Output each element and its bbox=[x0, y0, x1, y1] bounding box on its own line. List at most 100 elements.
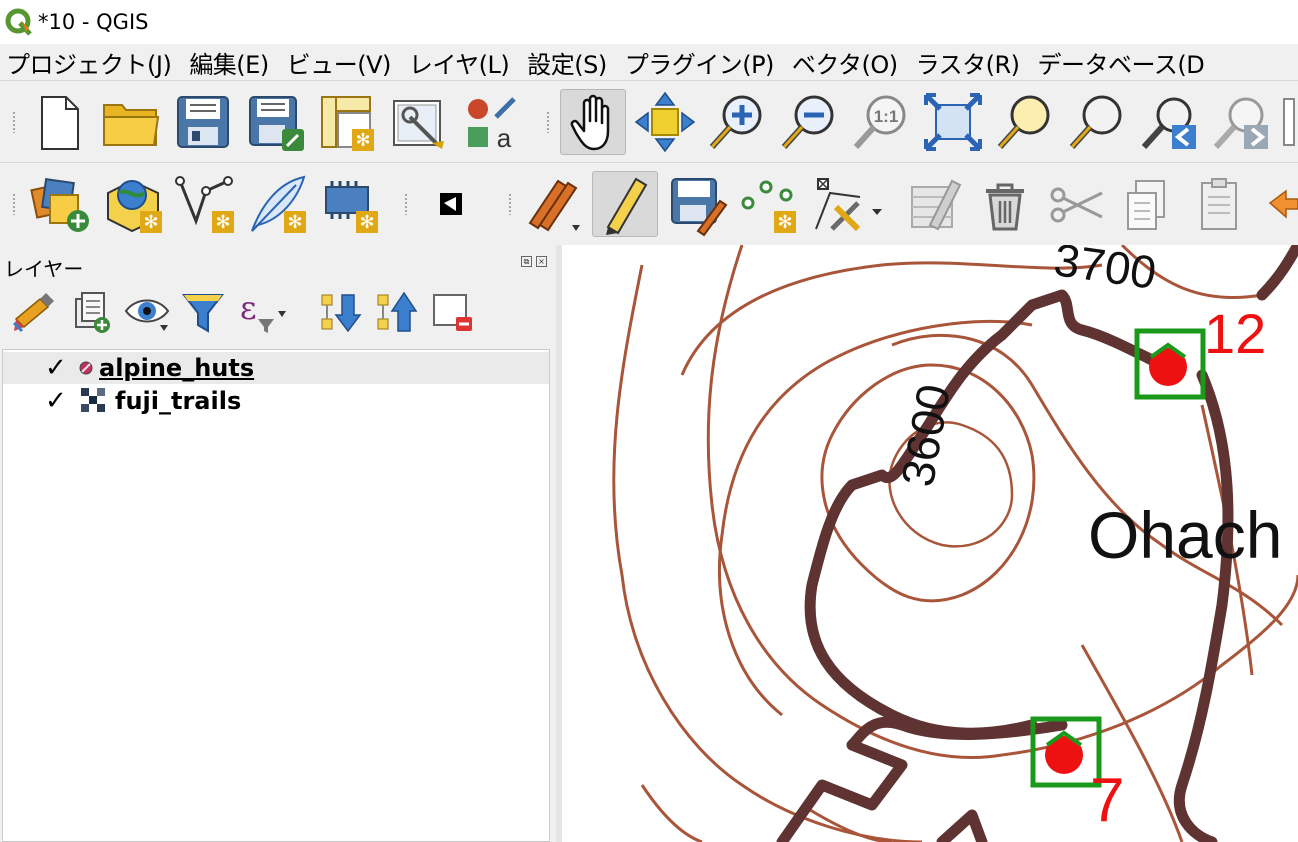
save-project-button[interactable] bbox=[170, 89, 236, 155]
vertex-tool-button[interactable] bbox=[808, 171, 882, 237]
layer-visibility-checkbox[interactable]: ✓ bbox=[45, 388, 67, 414]
expand-all-button[interactable] bbox=[316, 287, 366, 337]
window-title: *10 - QGIS bbox=[38, 10, 149, 34]
trail-line bbox=[1173, 369, 1234, 842]
toolbar-grip[interactable] bbox=[12, 111, 16, 133]
new-shapefile-button[interactable]: ✻ bbox=[172, 171, 238, 237]
new-virtual-layer-button[interactable]: ✻ bbox=[316, 171, 382, 237]
zoom-in-icon bbox=[709, 95, 762, 150]
place-name-label: Ohach bbox=[1088, 498, 1283, 572]
project-navigation-toolbar: ✻ a 1:1 bbox=[0, 80, 1298, 162]
menu-vector[interactable]: ベクタ(O) bbox=[792, 45, 898, 80]
qgis-logo-icon bbox=[5, 8, 32, 36]
toggle-editing-icon bbox=[606, 177, 648, 235]
menu-layer[interactable]: レイヤ(L) bbox=[409, 45, 510, 80]
toggle-editing-button[interactable] bbox=[592, 171, 658, 237]
new-project-button[interactable] bbox=[26, 89, 92, 155]
menu-edit[interactable]: 編集(E) bbox=[189, 45, 269, 80]
svg-text:1:1: 1:1 bbox=[874, 107, 899, 126]
toolbar-grip[interactable] bbox=[508, 193, 512, 215]
zoom-next-icon bbox=[1213, 97, 1268, 150]
menu-plugins[interactable]: プラグイン(P) bbox=[625, 45, 775, 80]
data-source-manager-button[interactable] bbox=[28, 171, 94, 237]
delete-selected-button[interactable] bbox=[972, 171, 1038, 237]
menu-database[interactable]: データベース(D bbox=[1038, 45, 1205, 80]
zoom-last-button[interactable] bbox=[1136, 89, 1202, 155]
pan-to-selection-button[interactable] bbox=[632, 89, 698, 155]
new-temp-scratch-icon: ✻ bbox=[251, 175, 306, 233]
float-panel-button[interactable]: ⧉ bbox=[521, 256, 532, 267]
toolbar-grip[interactable] bbox=[546, 111, 550, 133]
manage-map-themes-button[interactable] bbox=[122, 287, 172, 337]
save-as-button[interactable] bbox=[242, 89, 308, 155]
add-point-feature-button[interactable]: ✻ bbox=[736, 171, 802, 237]
new-temp-scratch-layer-button[interactable]: ✻ bbox=[244, 171, 310, 237]
trail-line bbox=[936, 809, 988, 842]
save-edits-button[interactable] bbox=[664, 171, 730, 237]
plugin-icon bbox=[440, 193, 462, 215]
overflow-button[interactable] bbox=[1280, 89, 1298, 155]
menu-raster[interactable]: ラスタ(R) bbox=[916, 45, 1020, 80]
svg-text:✻: ✻ bbox=[215, 212, 230, 233]
open-layer-styling-button[interactable] bbox=[8, 287, 58, 337]
trail-line bbox=[1256, 245, 1298, 301]
menu-view[interactable]: ビュー(V) bbox=[287, 45, 392, 80]
zoom-out-button[interactable] bbox=[776, 89, 842, 155]
toolbar-grip[interactable] bbox=[404, 193, 408, 215]
contour-line bbox=[640, 784, 703, 842]
save-edits-icon bbox=[671, 178, 728, 237]
paste-features-button[interactable] bbox=[1188, 171, 1254, 237]
zoom-full-icon bbox=[924, 93, 982, 151]
layer-tree: ✓ alpine_huts ✓ fuji_trails bbox=[2, 349, 550, 842]
layers-panel-title: レイヤー bbox=[4, 257, 84, 281]
zoom-native-button[interactable]: 1:1 bbox=[848, 89, 914, 155]
hut-marker-12[interactable] bbox=[1134, 328, 1206, 400]
zoom-full-button[interactable] bbox=[920, 89, 986, 155]
zoom-native-icon: 1:1 bbox=[853, 95, 906, 150]
layer-row-fuji-trails[interactable]: ✓ fuji_trails bbox=[3, 385, 549, 417]
zoom-in-button[interactable] bbox=[704, 89, 770, 155]
point-layer-icon bbox=[79, 361, 93, 375]
toolbar-grip[interactable] bbox=[12, 193, 16, 215]
vertex-tool-icon bbox=[815, 178, 882, 232]
edits-icon bbox=[528, 179, 580, 232]
toolbar-overflow-icon bbox=[1283, 98, 1295, 146]
zoom-to-selection-button[interactable] bbox=[992, 89, 1058, 155]
close-panel-button[interactable]: × bbox=[536, 256, 547, 267]
pan-to-selection-icon bbox=[634, 91, 696, 153]
add-point-feature-icon: ✻ bbox=[741, 180, 796, 233]
filter-by-expression-button[interactable]: ε bbox=[234, 287, 286, 337]
current-edits-button[interactable] bbox=[520, 171, 586, 237]
zoom-to-layer-button[interactable] bbox=[1064, 89, 1130, 155]
remove-layer-button[interactable] bbox=[428, 287, 478, 337]
open-project-button[interactable] bbox=[98, 89, 164, 155]
layer-styling-icon bbox=[12, 293, 54, 333]
print-layout-button[interactable]: ✻ bbox=[314, 89, 380, 155]
layout-manager-button[interactable] bbox=[386, 89, 452, 155]
layer-visibility-checkbox[interactable]: ✓ bbox=[45, 355, 67, 381]
filter-legend-button[interactable] bbox=[178, 287, 228, 337]
layers-panel: レイヤー ⧉ × ε ✓ alpine_huts ✓ fuji_trails bbox=[0, 245, 556, 842]
data-editing-toolbar: ✻ ✻ ✻ ✻ ✻ bbox=[0, 162, 1298, 244]
undo-button[interactable] bbox=[1262, 171, 1298, 237]
menu-settings[interactable]: 設定(S) bbox=[527, 45, 607, 80]
modify-attributes-button[interactable] bbox=[900, 171, 966, 237]
new-geopackage-button[interactable]: ✻ bbox=[100, 171, 166, 237]
pan-map-button[interactable] bbox=[560, 89, 626, 155]
zoom-next-button[interactable] bbox=[1208, 89, 1274, 155]
menu-project[interactable]: プロジェクト(J) bbox=[6, 45, 172, 80]
add-group-button[interactable] bbox=[66, 287, 116, 337]
copy-features-button[interactable] bbox=[1116, 171, 1182, 237]
cut-features-icon bbox=[1050, 187, 1103, 223]
map-canvas[interactable]: 3700 3600 Ohach 12 7 bbox=[562, 245, 1298, 842]
layer-row-alpine-huts[interactable]: ✓ alpine_huts bbox=[3, 352, 549, 384]
zoom-out-icon bbox=[781, 95, 834, 150]
style-manager-icon: a bbox=[468, 97, 516, 153]
style-manager-button[interactable]: a bbox=[458, 89, 524, 155]
filter-icon bbox=[181, 294, 225, 333]
cut-features-button[interactable] bbox=[1044, 171, 1110, 237]
plugin-button[interactable] bbox=[418, 171, 484, 237]
collapse-all-button[interactable] bbox=[372, 287, 422, 337]
layer-name: fuji_trails bbox=[115, 387, 242, 415]
svg-text:✻: ✻ bbox=[143, 212, 158, 233]
